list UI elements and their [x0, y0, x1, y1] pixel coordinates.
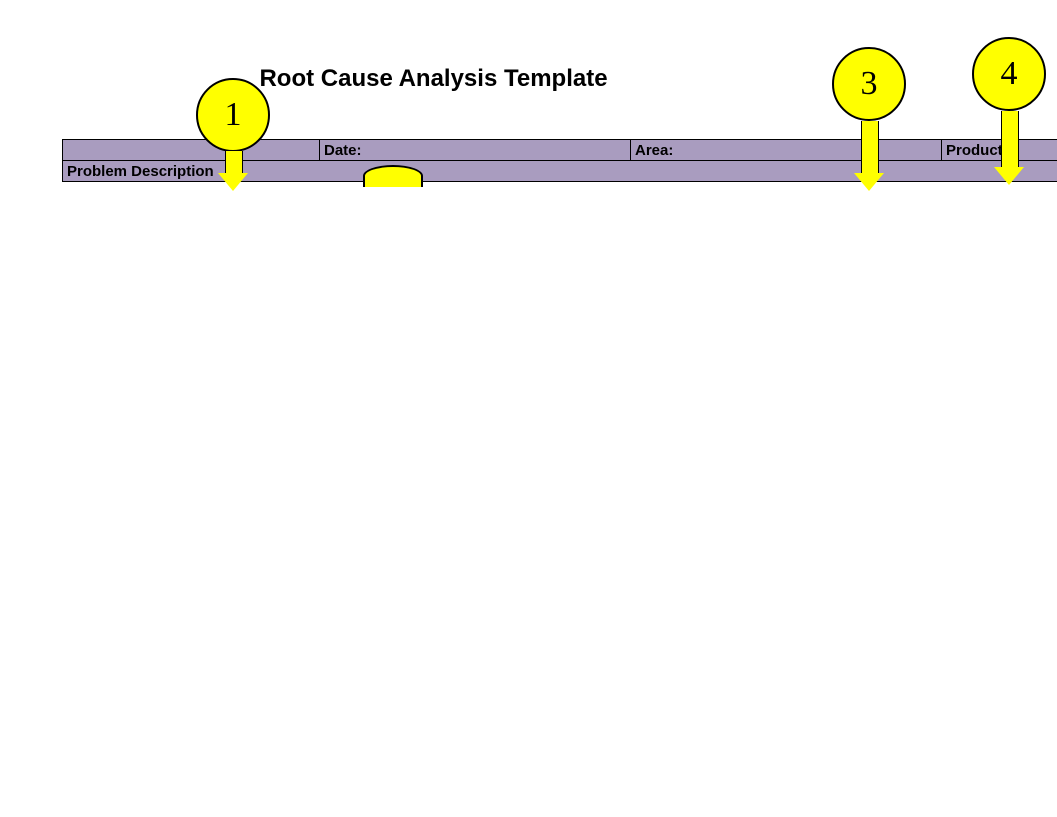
callout-number-1: 1 [225, 96, 242, 134]
callout-arrow-1 [218, 151, 248, 191]
cell-date-label: Date: [320, 140, 631, 161]
callout-arrow-4 [994, 145, 1024, 185]
cell-problem-description: Problem Description [63, 161, 1057, 182]
page-title-text: Root Cause Analysis Template [259, 65, 797, 93]
callout-number-4: 4 [1001, 55, 1018, 93]
callout-circle-2-partial [363, 165, 423, 187]
cell-area-label: Area: [631, 140, 942, 161]
callout-circle-3: 3 [832, 47, 906, 121]
callout-circle-1: 1 [196, 78, 270, 152]
callout-circle-4: 4 [972, 37, 1046, 111]
cell-blank [63, 140, 320, 161]
callout-arrow-3 [854, 151, 884, 191]
callout-number-3: 3 [861, 65, 878, 103]
form-row-2: Problem Description [63, 161, 1057, 182]
